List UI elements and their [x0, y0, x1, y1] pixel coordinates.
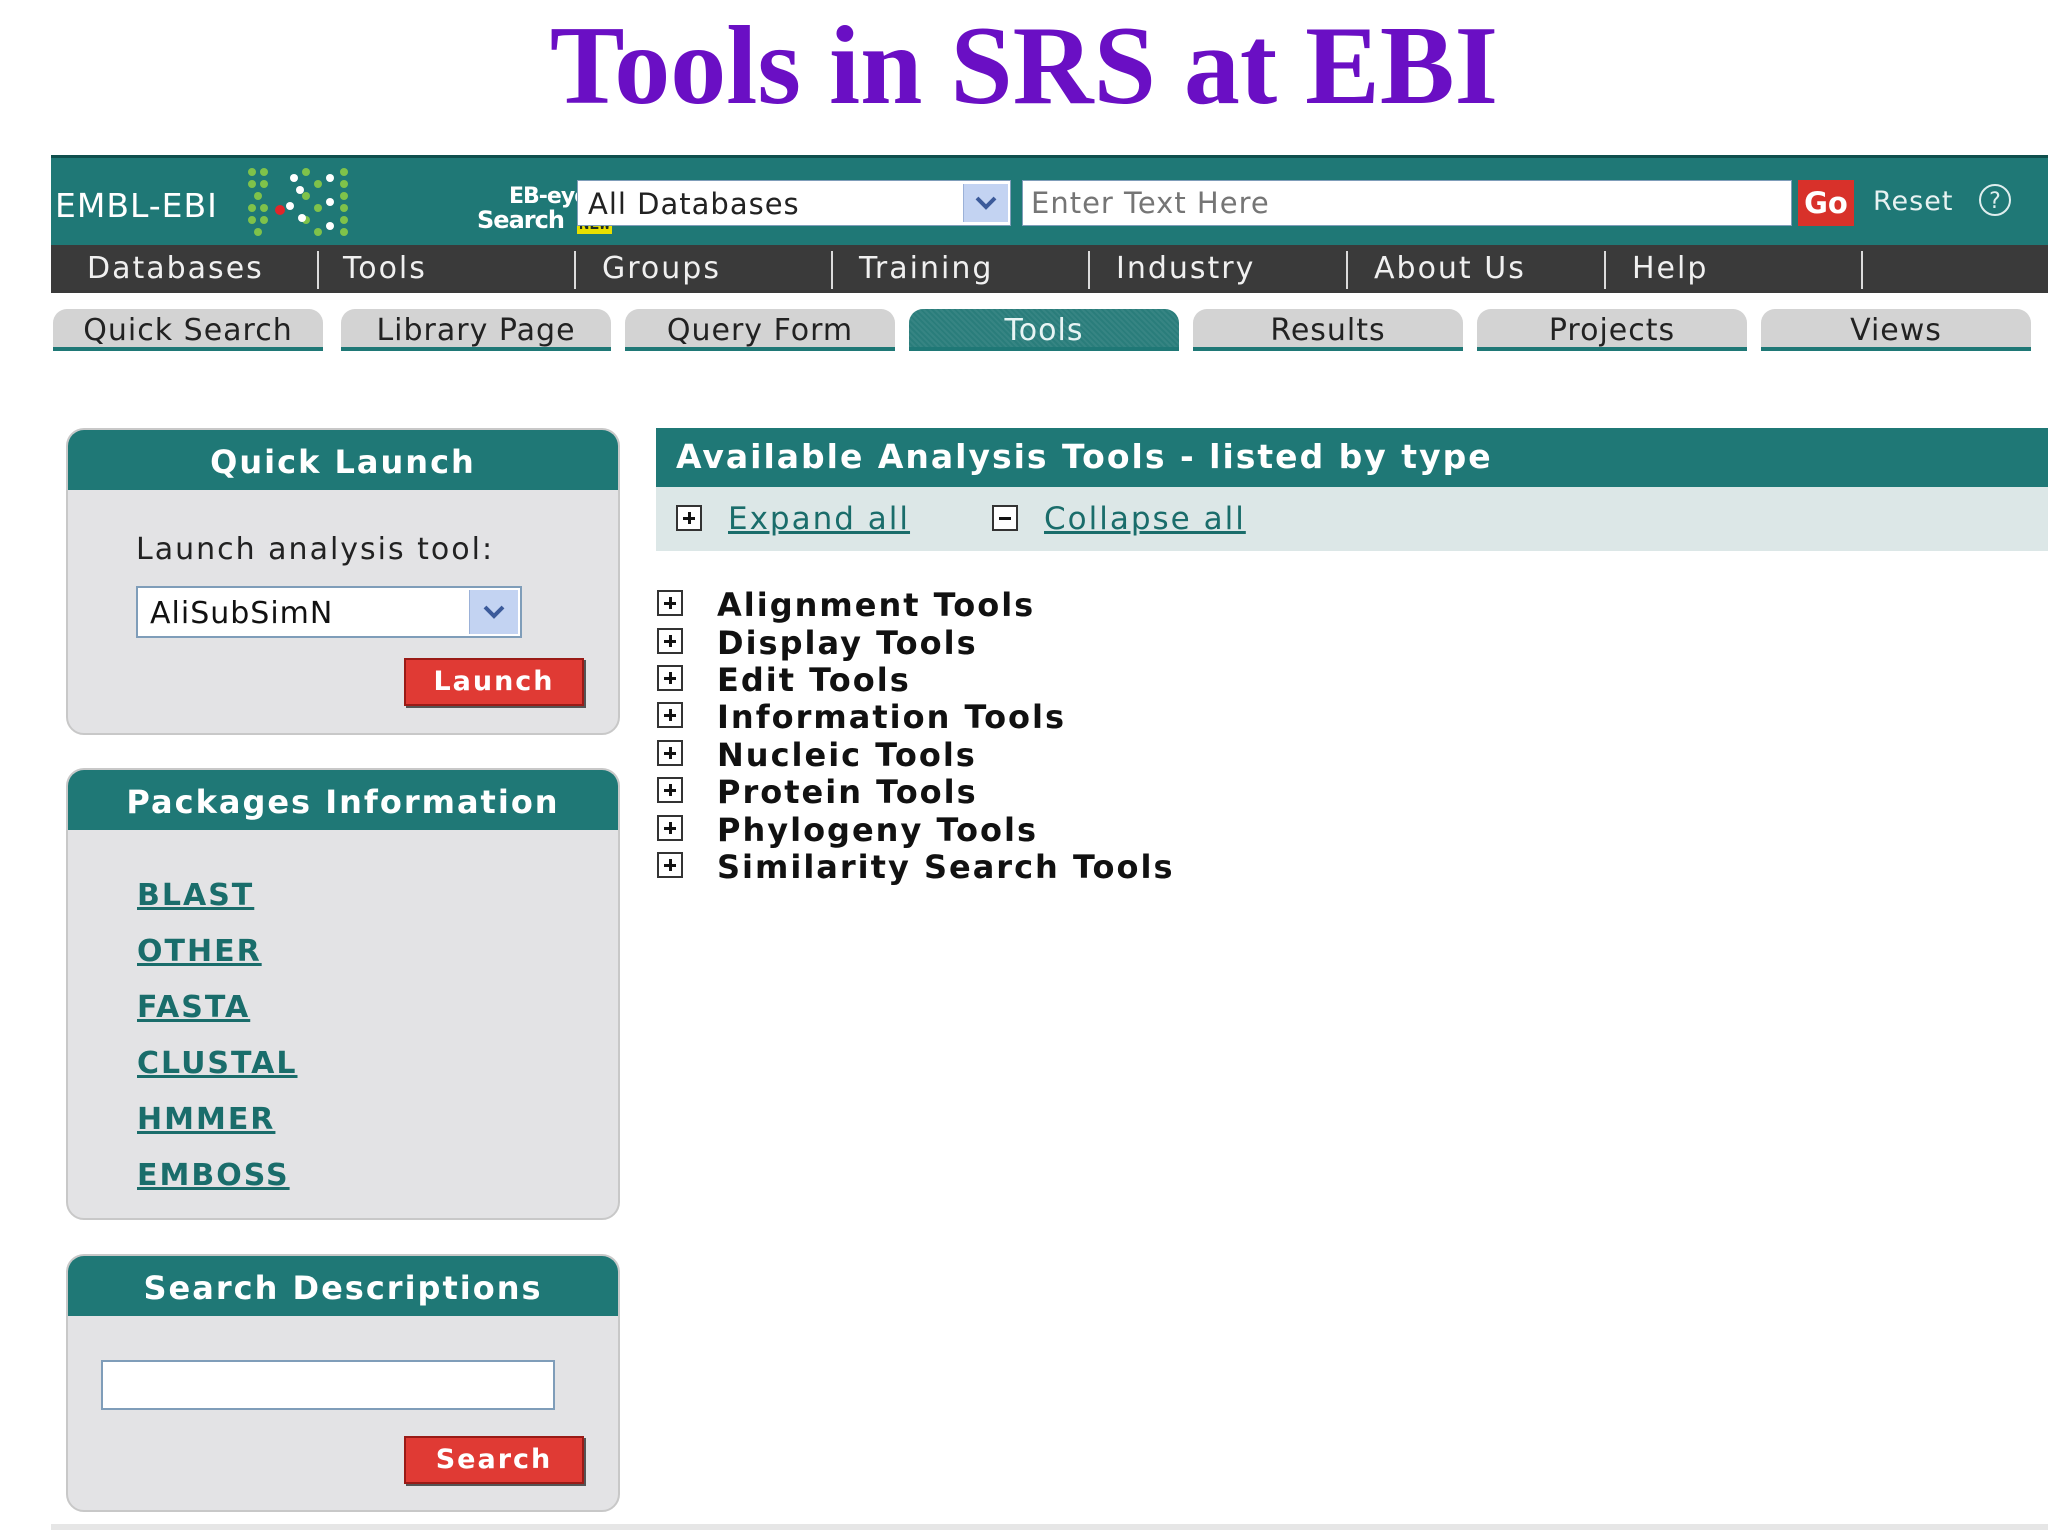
package-link-fasta[interactable]: FASTA	[137, 990, 250, 1025]
packages-information-panel: Packages Information BLAST OTHER FASTA C…	[66, 768, 620, 1220]
packages-information-title: Packages Information	[68, 770, 618, 830]
tool-type-label[interactable]: Phylogeny Tools	[717, 811, 1038, 849]
tab-tools[interactable]: Tools	[909, 309, 1179, 351]
nav-divider	[317, 251, 319, 289]
expand-plus-icon[interactable]	[657, 852, 683, 878]
expand-plus-icon[interactable]	[657, 815, 683, 841]
nav-divider	[574, 251, 576, 289]
tab-views[interactable]: Views	[1761, 309, 2031, 351]
main-nav-bar: Databases Tools Groups Training Industry…	[51, 245, 2048, 293]
expand-collapse-bar: Expand all Collapse all	[656, 487, 2048, 551]
package-link-other[interactable]: OTHER	[137, 934, 262, 969]
nav-item-tools[interactable]: Tools	[343, 245, 427, 293]
eb-eye-search-label: Search	[477, 206, 565, 234]
search-button[interactable]: Search	[404, 1436, 584, 1484]
database-select[interactable]: All Databases	[577, 180, 1011, 226]
chevron-down-icon[interactable]	[963, 184, 1008, 222]
embl-ebi-logo-text[interactable]: EMBL-EBI	[55, 186, 218, 225]
expand-plus-icon[interactable]	[657, 628, 683, 654]
search-descriptions-title: Search Descriptions	[68, 1256, 618, 1316]
tool-type-label[interactable]: Similarity Search Tools	[717, 848, 1175, 886]
description-search-input[interactable]	[101, 1360, 555, 1410]
package-link-clustal[interactable]: CLUSTAL	[137, 1046, 298, 1081]
tool-type-label[interactable]: Display Tools	[717, 624, 978, 662]
expand-plus-icon[interactable]	[657, 777, 683, 803]
nav-item-about-us[interactable]: About Us	[1374, 245, 1526, 293]
help-icon[interactable]: ?	[1979, 184, 2011, 216]
reset-link[interactable]: Reset	[1873, 186, 1953, 217]
nav-divider	[1346, 251, 1348, 289]
expand-plus-icon[interactable]	[657, 702, 683, 728]
tool-type-label[interactable]: Information Tools	[717, 698, 1066, 736]
package-link-hmmer[interactable]: HMMER	[137, 1102, 275, 1137]
tool-type-label[interactable]: Protein Tools	[717, 773, 978, 811]
slide-title: Tools in SRS at EBI	[549, 4, 1499, 128]
collapse-all-icon[interactable]	[992, 505, 1018, 531]
nav-divider	[1861, 251, 1863, 289]
bottom-divider	[51, 1524, 2048, 1530]
database-select-value: All Databases	[588, 187, 800, 221]
quick-launch-panel: Quick Launch Launch analysis tool: AliSu…	[66, 428, 620, 735]
nav-item-help[interactable]: Help	[1632, 245, 1708, 293]
analysis-tool-select[interactable]: AliSubSimN	[136, 586, 522, 638]
expand-plus-icon[interactable]	[657, 665, 683, 691]
nav-divider	[1604, 251, 1606, 289]
expand-plus-icon[interactable]	[657, 740, 683, 766]
tab-results[interactable]: Results	[1193, 309, 1463, 351]
launch-button[interactable]: Launch	[404, 658, 584, 706]
quick-launch-title: Quick Launch	[68, 430, 618, 490]
search-descriptions-panel: Search Descriptions Search	[66, 1254, 620, 1512]
tool-type-label[interactable]: Nucleic Tools	[717, 736, 977, 774]
expand-all-link[interactable]: Expand all	[728, 501, 910, 537]
package-link-emboss[interactable]: EMBOSS	[137, 1158, 290, 1193]
expand-all-icon[interactable]	[676, 505, 702, 531]
srs-tab-bar: Quick Search Library Page Query Form Too…	[51, 293, 2048, 351]
ebeye-search-input[interactable]	[1022, 180, 1792, 226]
nav-item-training[interactable]: Training	[859, 245, 993, 293]
tab-projects[interactable]: Projects	[1477, 309, 1747, 351]
embl-ebi-dots-logo-icon	[248, 168, 348, 236]
tool-type-label[interactable]: Alignment Tools	[717, 586, 1035, 624]
launch-tool-label: Launch analysis tool:	[136, 532, 495, 567]
nav-item-groups[interactable]: Groups	[602, 245, 721, 293]
nav-divider	[1088, 251, 1090, 289]
collapse-all-link[interactable]: Collapse all	[1044, 501, 1246, 537]
package-link-blast[interactable]: BLAST	[137, 878, 254, 913]
nav-item-databases[interactable]: Databases	[87, 245, 264, 293]
tab-quick-search[interactable]: Quick Search	[53, 309, 323, 351]
tab-library-page[interactable]: Library Page	[341, 309, 611, 351]
expand-plus-icon[interactable]	[657, 590, 683, 616]
ebi-header-bar: EMBL-EBI EB-eye Search NEW All Databases…	[51, 155, 2048, 248]
tool-type-label[interactable]: Edit Tools	[717, 661, 911, 699]
tab-query-form[interactable]: Query Form	[625, 309, 895, 351]
analysis-tool-select-value: AliSubSimN	[150, 596, 334, 631]
available-tools-header: Available Analysis Tools - listed by typ…	[656, 428, 2048, 487]
go-button[interactable]: Go	[1798, 180, 1854, 226]
nav-divider	[831, 251, 833, 289]
nav-item-industry[interactable]: Industry	[1116, 245, 1255, 293]
chevron-down-icon[interactable]	[469, 590, 518, 634]
